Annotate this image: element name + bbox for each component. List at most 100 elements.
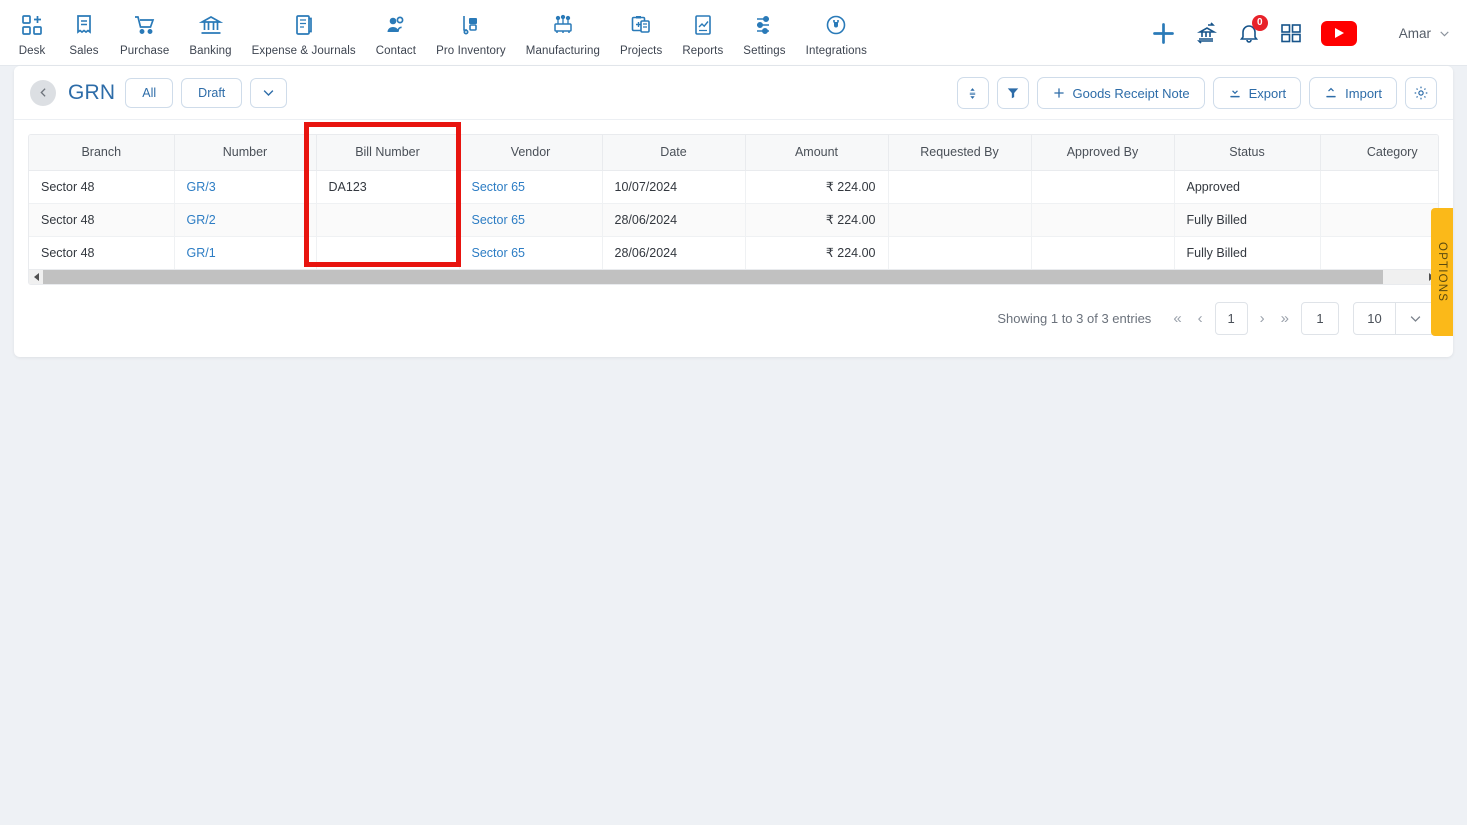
- col-header-number[interactable]: Number: [174, 135, 317, 171]
- notification-bell-icon[interactable]: 0: [1237, 15, 1268, 45]
- settings-button[interactable]: [1405, 77, 1437, 109]
- cell-approved-by: [1031, 170, 1175, 204]
- nav-item-banking[interactable]: Banking: [179, 8, 241, 57]
- desk-grid-plus-icon: [20, 12, 44, 38]
- manufacturing-icon: [551, 12, 575, 38]
- button-label: Goods Receipt Note: [1072, 85, 1190, 101]
- cell-category: [1320, 203, 1438, 237]
- add-plus-icon[interactable]: [1150, 20, 1177, 47]
- col-header-branch[interactable]: Branch: [29, 135, 175, 171]
- nav-label: Projects: [619, 45, 663, 57]
- prev-page-button[interactable]: ‹: [1194, 310, 1207, 327]
- filter-tab-all[interactable]: All: [125, 77, 174, 108]
- cell-branch: Sector 48: [29, 170, 175, 204]
- nav-label: Settings: [743, 45, 786, 57]
- filter-tab-draft[interactable]: Draft: [181, 77, 243, 108]
- page-jump-input[interactable]: 1: [1301, 301, 1339, 335]
- cell-number[interactable]: GR/1: [174, 236, 317, 269]
- table-body: Sector 48 GR/3 DA123 Sector 65 10/07/202…: [29, 170, 1438, 269]
- filter-button[interactable]: [996, 77, 1029, 109]
- new-goods-receipt-note-button[interactable]: Goods Receipt Note: [1036, 77, 1205, 109]
- back-chevron-icon: [39, 88, 46, 97]
- cell-requested-by: [888, 203, 1032, 237]
- integrations-plug-icon: [824, 12, 848, 38]
- page-size-select[interactable]: 10: [1353, 301, 1435, 335]
- reports-chart-icon: [691, 12, 715, 38]
- export-download-icon: [1229, 87, 1240, 98]
- last-page-button[interactable]: »: [1277, 310, 1293, 327]
- nav-label: Contact: [375, 45, 417, 57]
- scrollbar-thumb[interactable]: [43, 269, 1383, 284]
- cell-requested-by: [888, 236, 1032, 269]
- col-header-vendor[interactable]: Vendor: [459, 135, 603, 171]
- nav-item-integrations[interactable]: Integrations: [796, 8, 877, 57]
- nav-item-purchase[interactable]: Purchase: [110, 8, 179, 57]
- sort-button[interactable]: [956, 77, 989, 109]
- nav-label: Banking: [189, 45, 232, 57]
- nav-item-pro-inventory[interactable]: Pro Inventory: [426, 8, 516, 57]
- grn-list-page: GRN All Draft Goods Receipt Note Export …: [14, 66, 1453, 357]
- first-page-button[interactable]: «: [1169, 310, 1185, 327]
- filter-more-dropdown[interactable]: [250, 77, 288, 108]
- table-container: Branch Number Bill Number Vendor Date Am…: [14, 120, 1453, 285]
- nav-label: Purchase: [120, 45, 170, 57]
- cell-vendor[interactable]: Sector 65: [459, 203, 603, 237]
- nav-item-settings[interactable]: Settings: [733, 8, 795, 57]
- cell-branch: Sector 48: [29, 236, 175, 269]
- grn-table: Branch Number Bill Number Vendor Date Am…: [28, 134, 1439, 285]
- table-row[interactable]: Sector 48 GR/1 Sector 65 28/06/2024 ₹ 22…: [29, 236, 1438, 269]
- nav-item-contact[interactable]: Contact: [366, 8, 426, 57]
- col-header-status[interactable]: Status: [1174, 135, 1321, 171]
- nav-item-expense-journals[interactable]: Expense & Journals: [242, 8, 366, 57]
- col-header-date[interactable]: Date: [602, 135, 746, 171]
- settings-sliders-icon: [752, 12, 776, 38]
- import-button[interactable]: Import: [1309, 77, 1397, 109]
- youtube-play-icon[interactable]: [1320, 20, 1357, 46]
- nav-item-projects[interactable]: Projects: [610, 8, 672, 57]
- current-page-button[interactable]: 1: [1214, 301, 1248, 335]
- back-button[interactable]: [30, 79, 56, 106]
- pagination-bar: Showing 1 to 3 of 3 entries « ‹ 1 › » 1 …: [14, 285, 1453, 357]
- nav-label: Manufacturing: [525, 45, 600, 57]
- nav-item-reports[interactable]: Reports: [672, 8, 733, 57]
- scrollbar-track[interactable]: [43, 269, 1424, 284]
- top-navigation-bar: Desk Sales Purchase Banking Expense & Jo…: [0, 0, 1467, 66]
- grn-data-table: Branch Number Bill Number Vendor Date Am…: [29, 135, 1438, 269]
- cell-category: [1320, 170, 1438, 204]
- toolbar-actions: Goods Receipt Note Export Import: [956, 66, 1437, 120]
- cell-status: Fully Billed: [1174, 203, 1321, 237]
- nav-item-desk[interactable]: Desk: [6, 8, 58, 57]
- col-header-approved-by[interactable]: Approved By: [1031, 135, 1175, 171]
- cell-amount: ₹ 224.00: [745, 170, 889, 204]
- import-upload-icon: [1326, 87, 1336, 98]
- projects-clipboard-icon: [629, 12, 653, 38]
- cell-number[interactable]: GR/2: [174, 203, 317, 237]
- page-size-value: 10: [1354, 302, 1396, 334]
- col-header-bill-number[interactable]: Bill Number: [316, 135, 460, 171]
- cell-vendor[interactable]: Sector 65: [459, 236, 603, 269]
- col-header-category[interactable]: Category: [1320, 135, 1438, 171]
- col-header-requested-by[interactable]: Requested By: [888, 135, 1032, 171]
- chevron-down-icon: [263, 90, 274, 96]
- apps-grid-icon[interactable]: [1279, 21, 1303, 45]
- bank-transfer-icon[interactable]: [1195, 21, 1219, 45]
- user-name-label: Amar: [1398, 25, 1431, 41]
- table-row[interactable]: Sector 48 GR/2 Sector 65 28/06/2024 ₹ 22…: [29, 203, 1438, 237]
- cell-date: 28/06/2024: [602, 236, 746, 269]
- scroll-left-arrow-icon[interactable]: [29, 273, 43, 281]
- next-page-button[interactable]: ›: [1256, 310, 1269, 327]
- nav-item-sales[interactable]: Sales: [58, 8, 110, 57]
- cell-number[interactable]: GR/3: [174, 170, 317, 204]
- cell-date: 10/07/2024: [602, 170, 746, 204]
- button-label: Import: [1345, 85, 1382, 101]
- user-menu[interactable]: Amar: [1399, 26, 1451, 41]
- horizontal-scrollbar[interactable]: [29, 269, 1438, 284]
- cell-branch: Sector 48: [29, 203, 175, 237]
- options-side-tab[interactable]: OPTIONS: [1431, 208, 1453, 336]
- nav-item-manufacturing[interactable]: Manufacturing: [516, 8, 610, 57]
- expense-journal-icon: [292, 12, 316, 38]
- col-header-amount[interactable]: Amount: [745, 135, 889, 171]
- cell-vendor[interactable]: Sector 65: [459, 170, 603, 204]
- export-button[interactable]: Export: [1212, 77, 1302, 109]
- table-row[interactable]: Sector 48 GR/3 DA123 Sector 65 10/07/202…: [29, 170, 1438, 204]
